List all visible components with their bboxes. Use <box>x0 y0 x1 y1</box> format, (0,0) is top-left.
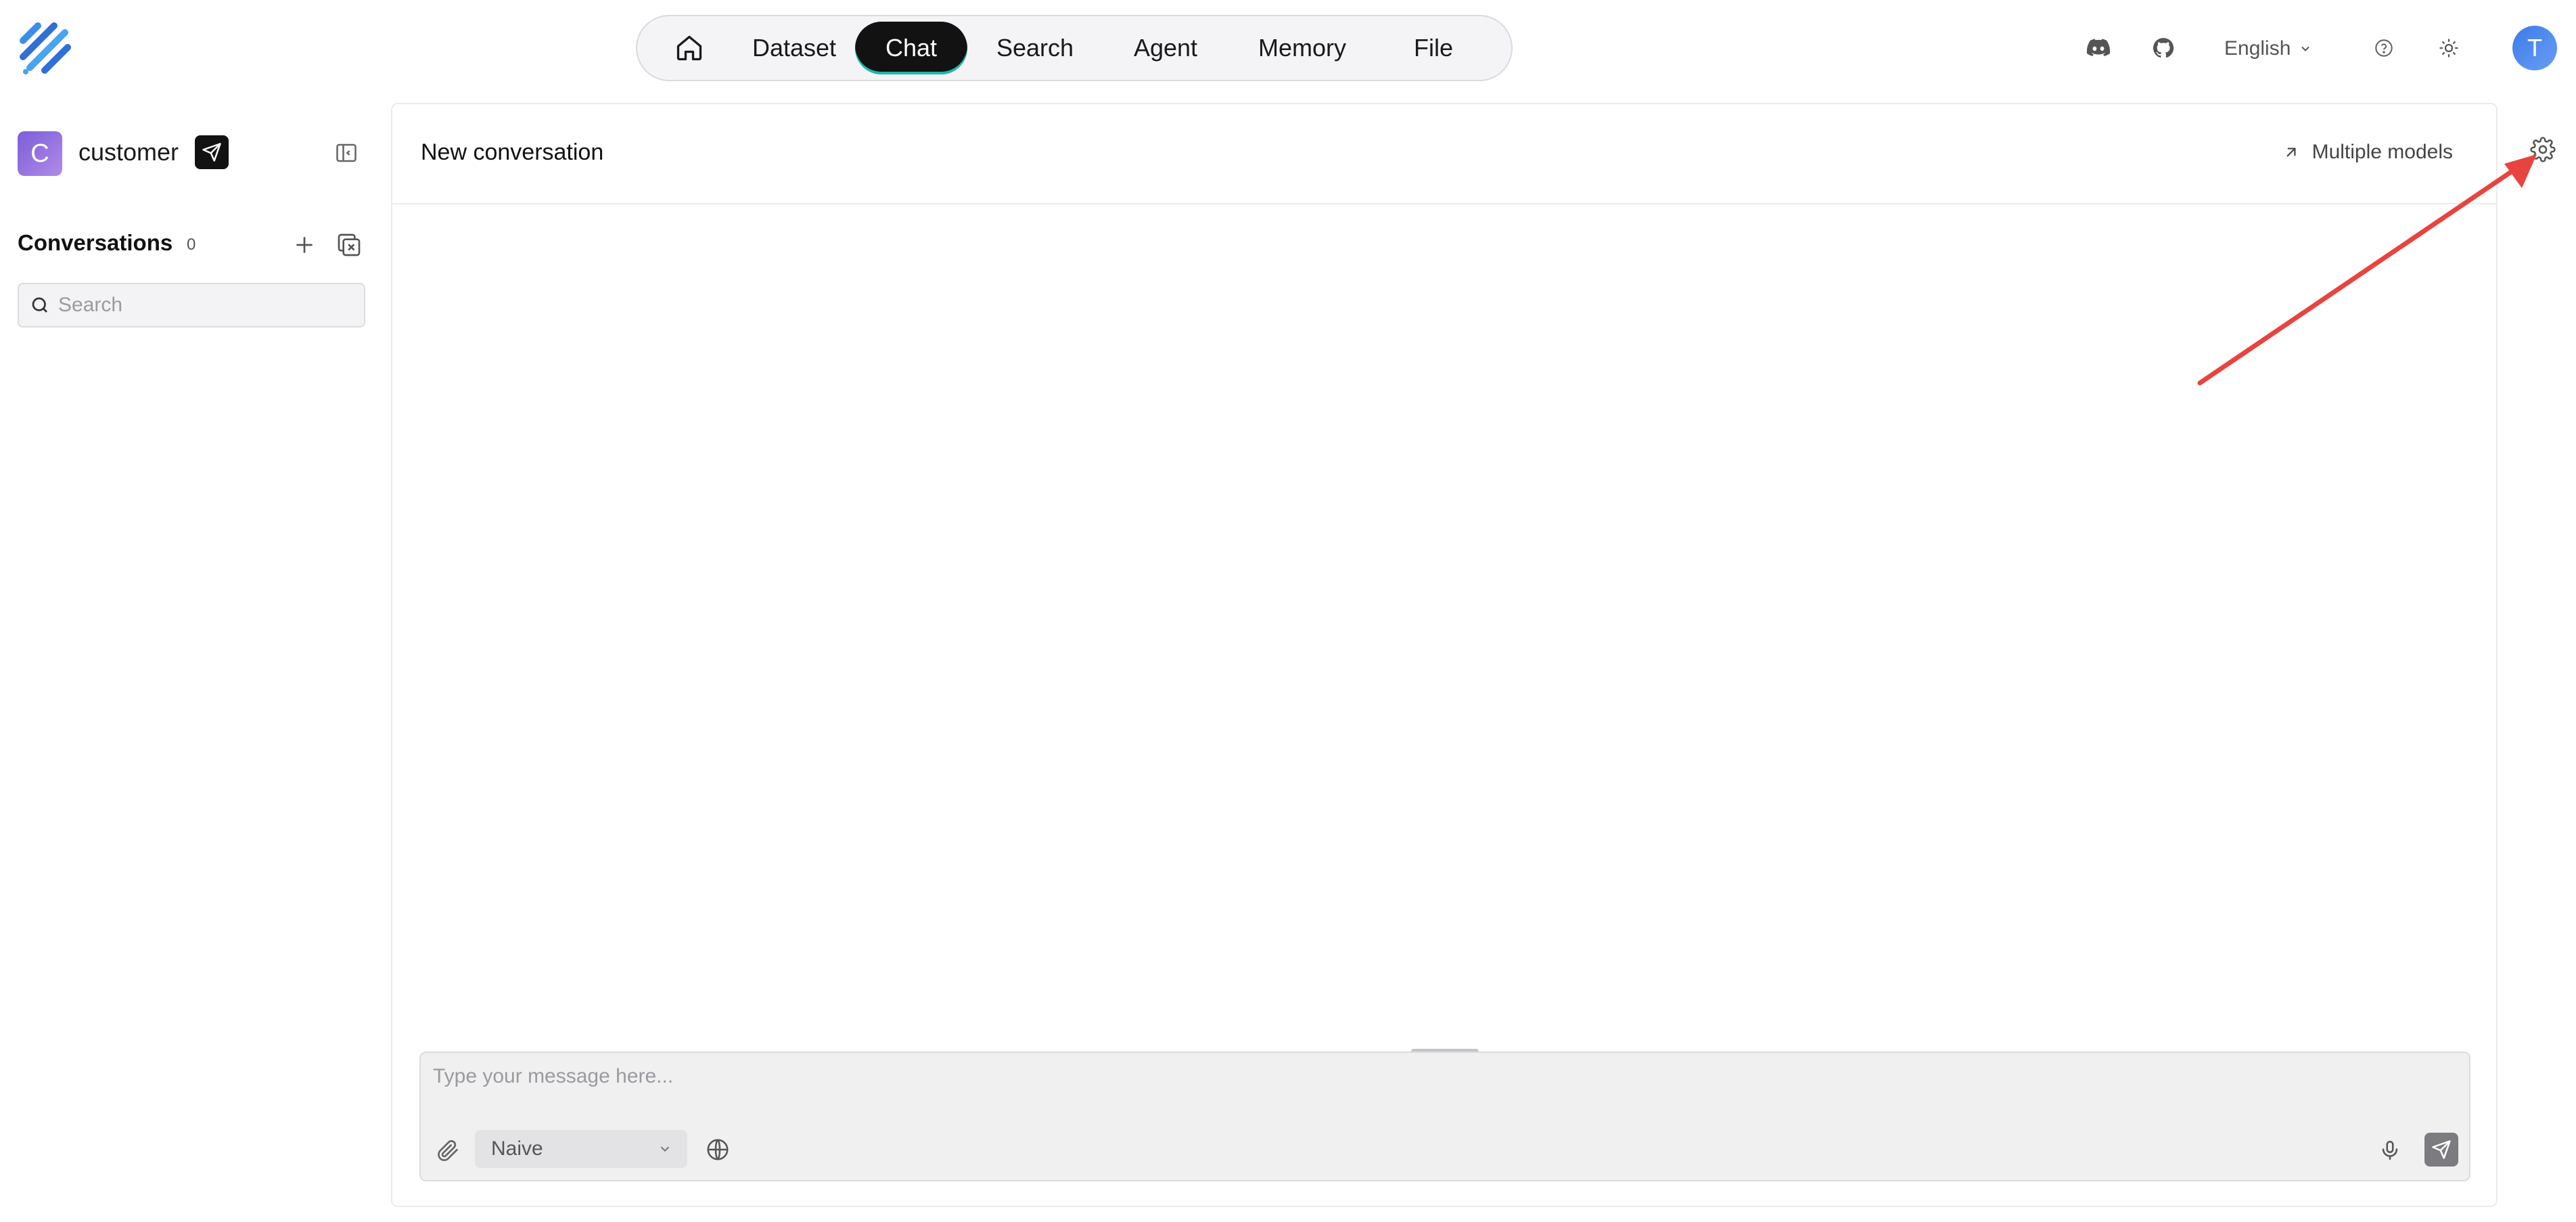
send-icon <box>2432 1140 2451 1159</box>
message-input[interactable] <box>433 1065 2449 1112</box>
batch-delete-icon <box>338 233 361 256</box>
globe-icon <box>707 1139 729 1160</box>
multiple-models-label: Multiple models <box>2312 141 2453 163</box>
voice-input-button[interactable] <box>2378 1138 2401 1162</box>
nav-dataset[interactable]: Dataset <box>733 22 855 74</box>
language-select[interactable]: English <box>2224 32 2312 65</box>
attach-button[interactable] <box>436 1138 460 1162</box>
search-input[interactable] <box>58 294 356 317</box>
conversation-search <box>18 283 365 327</box>
nav-file[interactable]: File <box>1376 22 1491 74</box>
microphone-icon <box>2382 1140 2398 1160</box>
send-button[interactable] <box>2424 1133 2458 1167</box>
discord-icon <box>2086 39 2111 56</box>
conversations-count: 0 <box>187 235 196 254</box>
home-icon <box>676 35 702 61</box>
nav-search[interactable]: Search <box>967 22 1103 74</box>
plus-icon <box>296 237 313 253</box>
nav-home[interactable] <box>645 22 733 74</box>
conversation-title: New conversation <box>421 139 604 165</box>
retrieval-mode-value: Naive <box>491 1137 543 1160</box>
retrieval-mode-select[interactable]: Naive <box>475 1130 687 1168</box>
batch-delete-button[interactable] <box>336 231 363 258</box>
nav-memory[interactable]: Memory <box>1228 22 1376 74</box>
nav-chat[interactable]: Chat <box>855 22 967 74</box>
chat-panel: New conversation Multiple models Naive <box>391 103 2498 1207</box>
share-button[interactable] <box>195 135 229 169</box>
app-logo[interactable] <box>18 20 74 77</box>
collapse-sidebar-button[interactable] <box>334 141 359 165</box>
sidebar-collapse-icon <box>336 143 356 162</box>
discord-button[interactable] <box>2081 30 2116 66</box>
web-search-toggle[interactable] <box>705 1137 731 1162</box>
user-avatar-letter: T <box>2527 34 2542 62</box>
chat-header: New conversation Multiple models <box>392 104 2496 204</box>
help-button[interactable] <box>2366 30 2401 66</box>
github-icon <box>2153 38 2174 58</box>
arrow-up-right-icon <box>2286 148 2296 157</box>
send-icon <box>202 143 221 162</box>
app-name: customer <box>78 138 179 166</box>
new-conversation-button[interactable] <box>292 233 317 257</box>
user-avatar[interactable]: T <box>2512 26 2557 70</box>
main-nav: Dataset Chat Search Agent Memory File <box>636 15 1513 81</box>
chat-settings-button[interactable] <box>2530 137 2556 162</box>
github-button[interactable] <box>2146 30 2181 66</box>
gear-icon <box>2530 137 2556 162</box>
language-label: English <box>2224 37 2291 60</box>
multiple-models-button[interactable]: Multiple models <box>2282 141 2453 164</box>
app-avatar-initial: C <box>30 139 49 168</box>
paperclip-icon <box>438 1140 458 1161</box>
theme-toggle[interactable] <box>2431 30 2466 66</box>
chevron-down-icon <box>660 1146 670 1152</box>
app-avatar: C <box>18 131 62 176</box>
chevron-down-icon <box>2301 46 2310 51</box>
nav-agent[interactable]: Agent <box>1103 22 1228 74</box>
conversations-title: Conversations <box>18 230 173 255</box>
search-icon <box>32 297 47 313</box>
sun-icon <box>2439 39 2458 58</box>
help-icon <box>2375 39 2393 57</box>
message-composer: Naive <box>419 1051 2470 1181</box>
